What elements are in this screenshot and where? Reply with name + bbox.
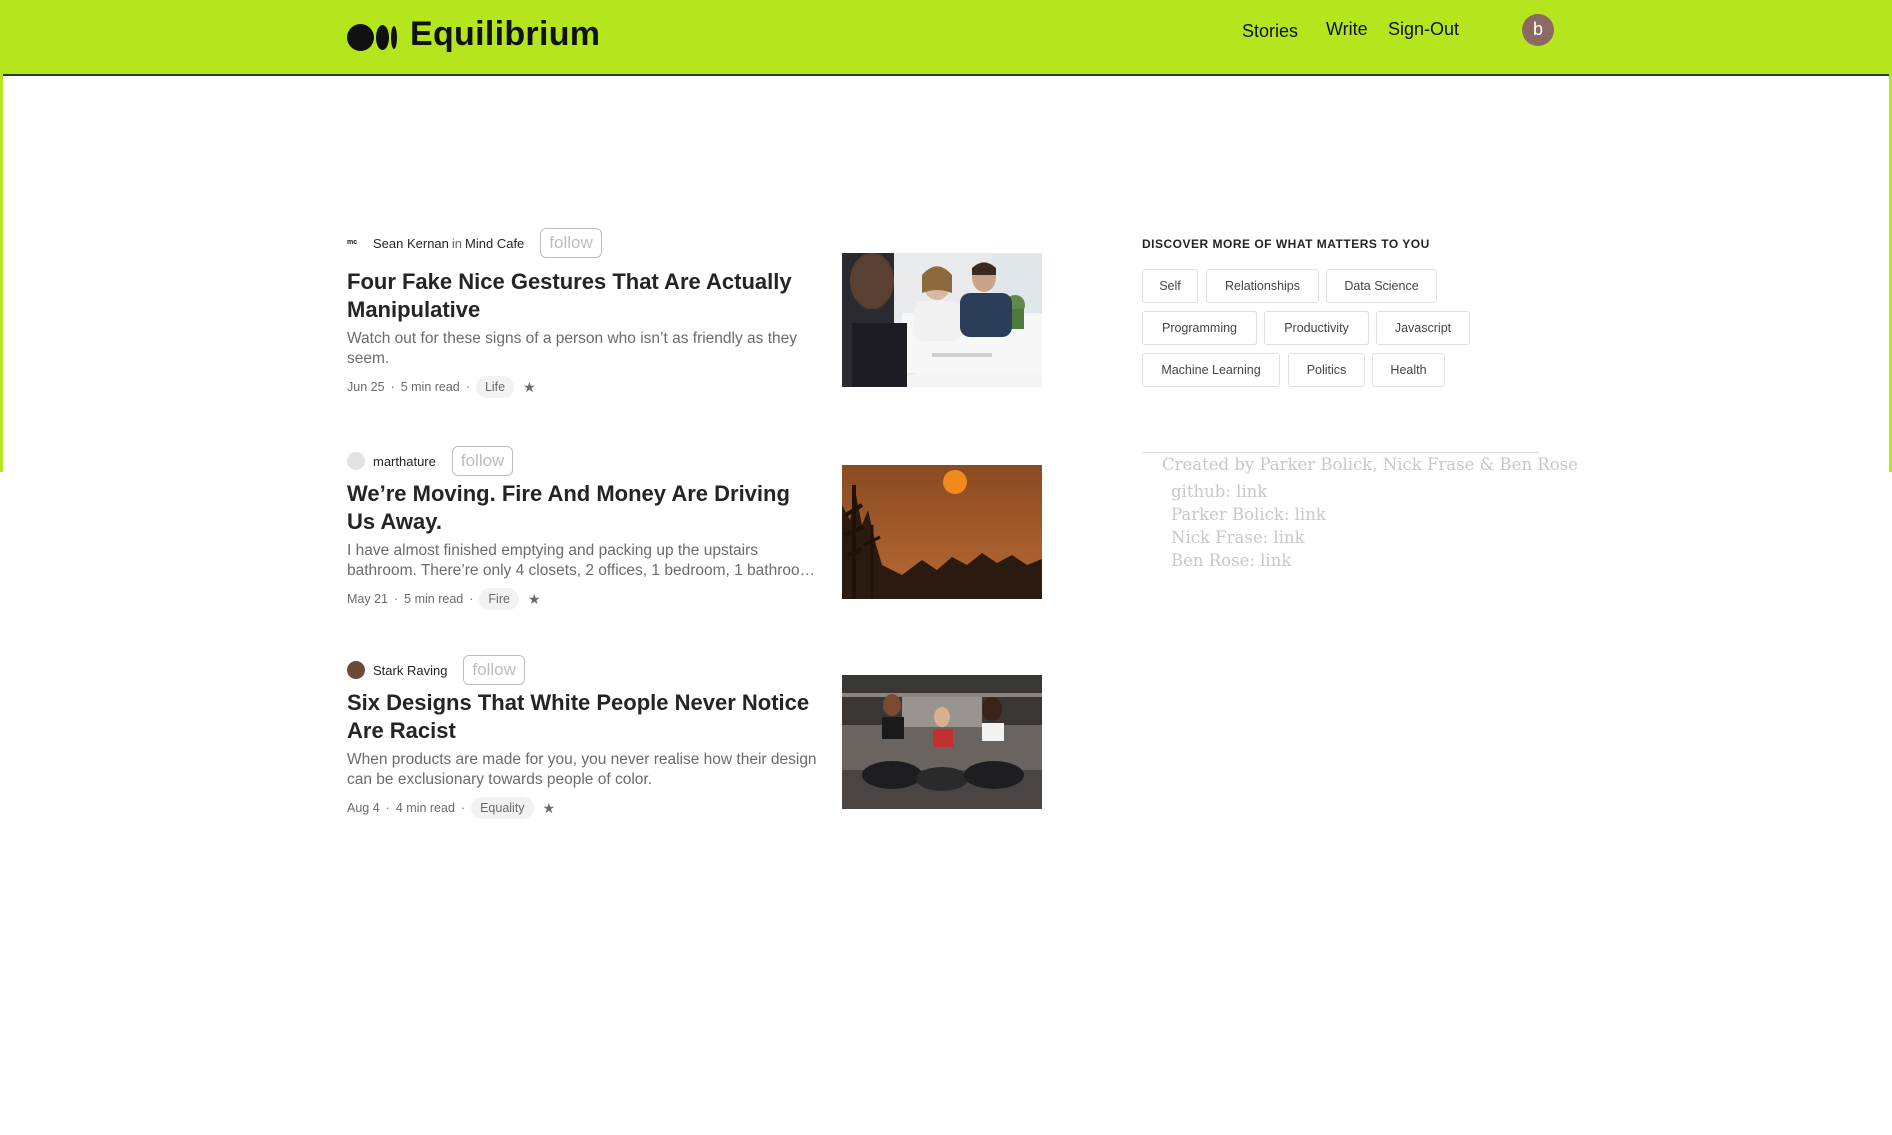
brand-title[interactable]: Equilibrium [410, 15, 600, 54]
follow-button[interactable]: follow [451, 446, 514, 476]
topic-politics[interactable]: Politics [1288, 353, 1365, 387]
author-avatar-icon[interactable] [347, 661, 365, 679]
topic-productivity[interactable]: Productivity [1264, 311, 1369, 345]
nav-write-link[interactable]: Write [1326, 19, 1368, 40]
user-avatar[interactable]: b [1522, 14, 1554, 46]
top-nav-bar [0, 0, 1892, 76]
article-tag[interactable]: Fire [479, 588, 519, 610]
publication-name[interactable]: Mind Cafe [465, 236, 524, 251]
footer-credit: Created by Parker Bolick, Nick Frase & B… [1162, 455, 1578, 474]
topic-machine-learning[interactable]: Machine Learning [1142, 353, 1280, 387]
topic-health[interactable]: Health [1372, 353, 1445, 387]
author-name[interactable]: marthature [373, 454, 436, 469]
topic-self[interactable]: Self [1142, 269, 1198, 303]
footer-divider [1142, 452, 1539, 453]
article-thumbnail[interactable] [842, 675, 1042, 809]
article-date: Aug 4 [347, 801, 380, 815]
article-meta: Aug 4 · 4 min read · Equality ★ [347, 797, 555, 819]
author-row: mc Sean Kernan in Mind Cafe follow [347, 228, 602, 258]
star-icon[interactable]: ★ [523, 379, 536, 396]
publication-logo-icon: mc [347, 239, 358, 246]
follow-button[interactable]: follow [540, 228, 602, 258]
topic-data-science[interactable]: Data Science [1326, 269, 1437, 303]
article-meta: May 21 · 5 min read · Fire ★ [347, 588, 541, 610]
article-card: mc Sean Kernan in Mind Cafe follow Four … [347, 228, 1047, 400]
topic-relationships[interactable]: Relationships [1206, 269, 1319, 303]
nav-stories-link[interactable]: Stories [1242, 21, 1298, 42]
footer-link-parker[interactable]: Parker Bolick: link [1171, 505, 1326, 524]
star-icon[interactable]: ★ [543, 800, 556, 817]
author-row: Stark Raving follow [347, 655, 525, 685]
discover-heading: DISCOVER MORE OF WHAT MATTERS TO YOU [1142, 237, 1430, 251]
article-card: marthature follow We’re Moving. Fire And… [347, 446, 1047, 618]
article-subtitle[interactable]: When products are made for you, you neve… [347, 750, 822, 790]
article-date: May 21 [347, 592, 388, 606]
follow-button[interactable]: follow [463, 655, 525, 685]
read-time: 5 min read [404, 592, 464, 606]
footer-link-github[interactable]: github: link [1171, 482, 1267, 501]
footer-link-ben[interactable]: Ben Rose: link [1171, 551, 1291, 570]
article-thumbnail[interactable] [842, 253, 1042, 387]
read-time: 4 min read [395, 801, 455, 815]
footer-link-nick[interactable]: Nick Frase: link [1171, 528, 1305, 547]
article-title[interactable]: Four Fake Nice Gestures That Are Actuall… [347, 268, 822, 324]
topic-javascript[interactable]: Javascript [1376, 311, 1470, 345]
article-tag[interactable]: Life [475, 376, 515, 398]
article-date: Jun 25 [347, 380, 385, 394]
topic-programming[interactable]: Programming [1142, 311, 1257, 345]
nav-signout-link[interactable]: Sign-Out [1388, 19, 1459, 40]
article-title[interactable]: Six Designs That White People Never Noti… [347, 689, 822, 745]
star-icon[interactable]: ★ [528, 591, 541, 608]
article-meta: Jun 25 · 5 min read · Life ★ [347, 376, 536, 398]
article-card: Stark Raving follow Six Designs That Whi… [347, 655, 1047, 827]
article-subtitle[interactable]: Watch out for these signs of a person wh… [347, 329, 822, 369]
left-accent-border [0, 74, 3, 472]
author-name[interactable]: Sean Kernan [373, 236, 449, 251]
author-name[interactable]: Stark Raving [373, 663, 447, 678]
author-avatar-icon[interactable] [347, 452, 365, 470]
author-in-label: in [451, 235, 463, 251]
medium-logo-icon[interactable] [347, 22, 397, 52]
article-title[interactable]: We’re Moving. Fire And Money Are Driving… [347, 480, 822, 536]
article-subtitle[interactable]: I have almost finished emptying and pack… [347, 541, 822, 581]
author-row: marthature follow [347, 446, 514, 476]
article-thumbnail[interactable] [842, 465, 1042, 599]
article-tag[interactable]: Equality [471, 797, 534, 819]
read-time: 5 min read [400, 380, 460, 394]
